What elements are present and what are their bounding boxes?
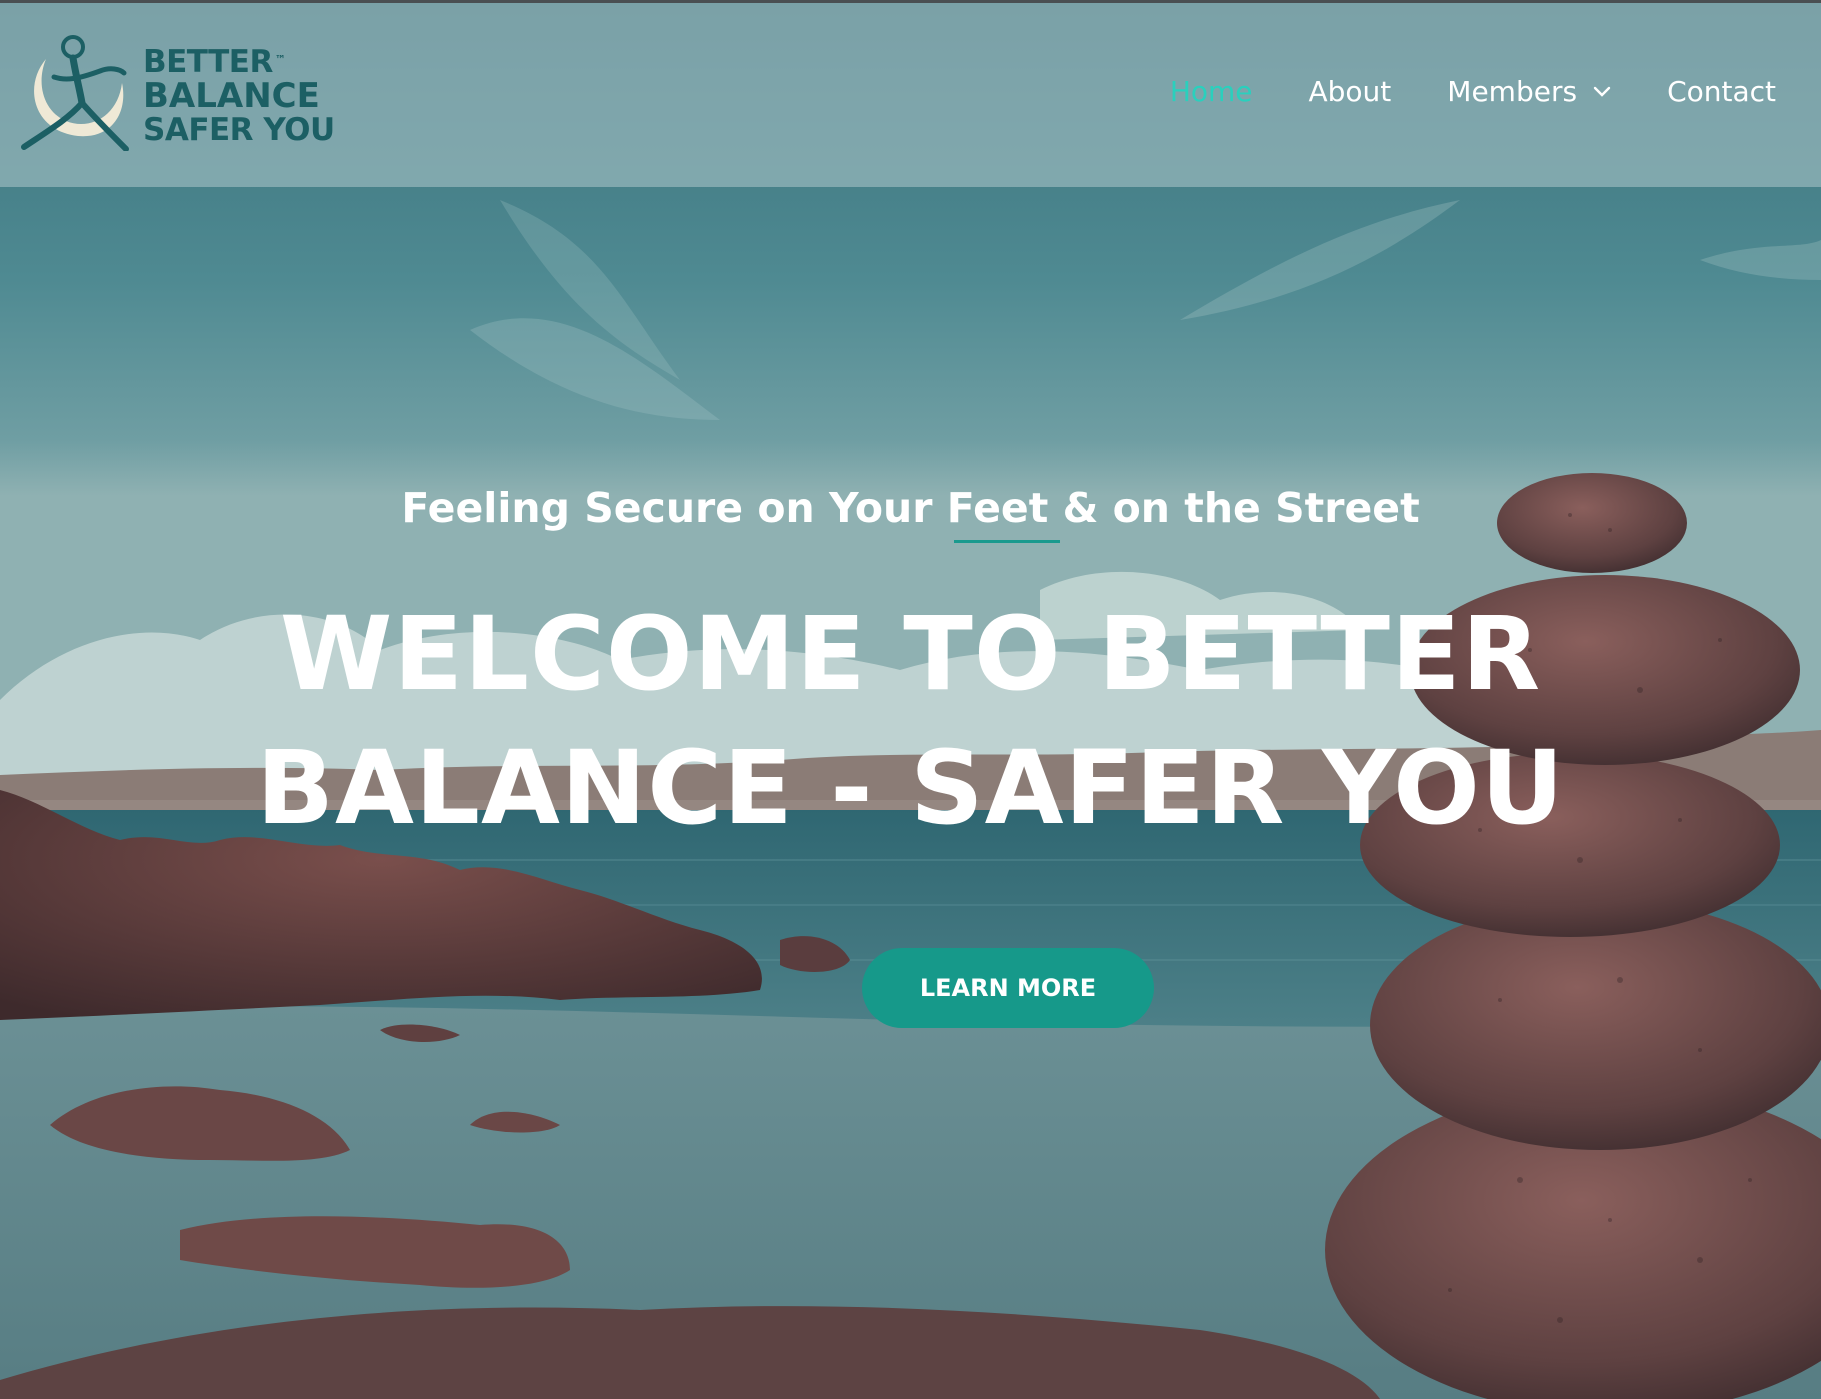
logo-line-2: BALANCE [143, 76, 320, 116]
hero-tagline: Feeling Secure on Your Feet & on the Str… [401, 484, 1420, 532]
tagline-underline [954, 540, 1060, 543]
learn-more-button[interactable]: LEARN MORE [862, 948, 1154, 1028]
logo-figure-icon [21, 35, 129, 151]
nav-item-about[interactable]: About [1309, 75, 1392, 108]
top-border [0, 0, 1821, 3]
main-nav: Home About Members Contact [1114, 75, 1776, 108]
hero-headline-line-1: WELCOME TO BETTER [279, 595, 1542, 714]
site-header: BETTER ™ BALANCE SAFER YOU Home About Mem… [0, 3, 1821, 187]
logo[interactable]: BETTER ™ BALANCE SAFER YOU [18, 31, 338, 155]
nav-item-contact[interactable]: Contact [1667, 75, 1776, 108]
logo-wordmark: BETTER ™ BALANCE SAFER YOU [143, 45, 335, 147]
logo-line-1: BETTER ™ [143, 44, 286, 80]
nav-item-home[interactable]: Home [1170, 75, 1253, 108]
hero-headline-line-2: BALANCE - SAFER YOU [256, 729, 1565, 848]
hero-headline: WELCOME TO BETTER BALANCE - SAFER YOU [0, 588, 1821, 856]
chevron-down-icon [1593, 86, 1611, 97]
page: BETTER ™ BALANCE SAFER YOU Home About Mem… [0, 0, 1821, 1399]
logo-line-3: SAFER YOU [143, 112, 335, 148]
trademark-symbol: ™ [274, 53, 286, 66]
nav-item-members[interactable]: Members [1447, 75, 1611, 108]
hero-section: Feeling Secure on Your Feet & on the Str… [0, 0, 1821, 1399]
